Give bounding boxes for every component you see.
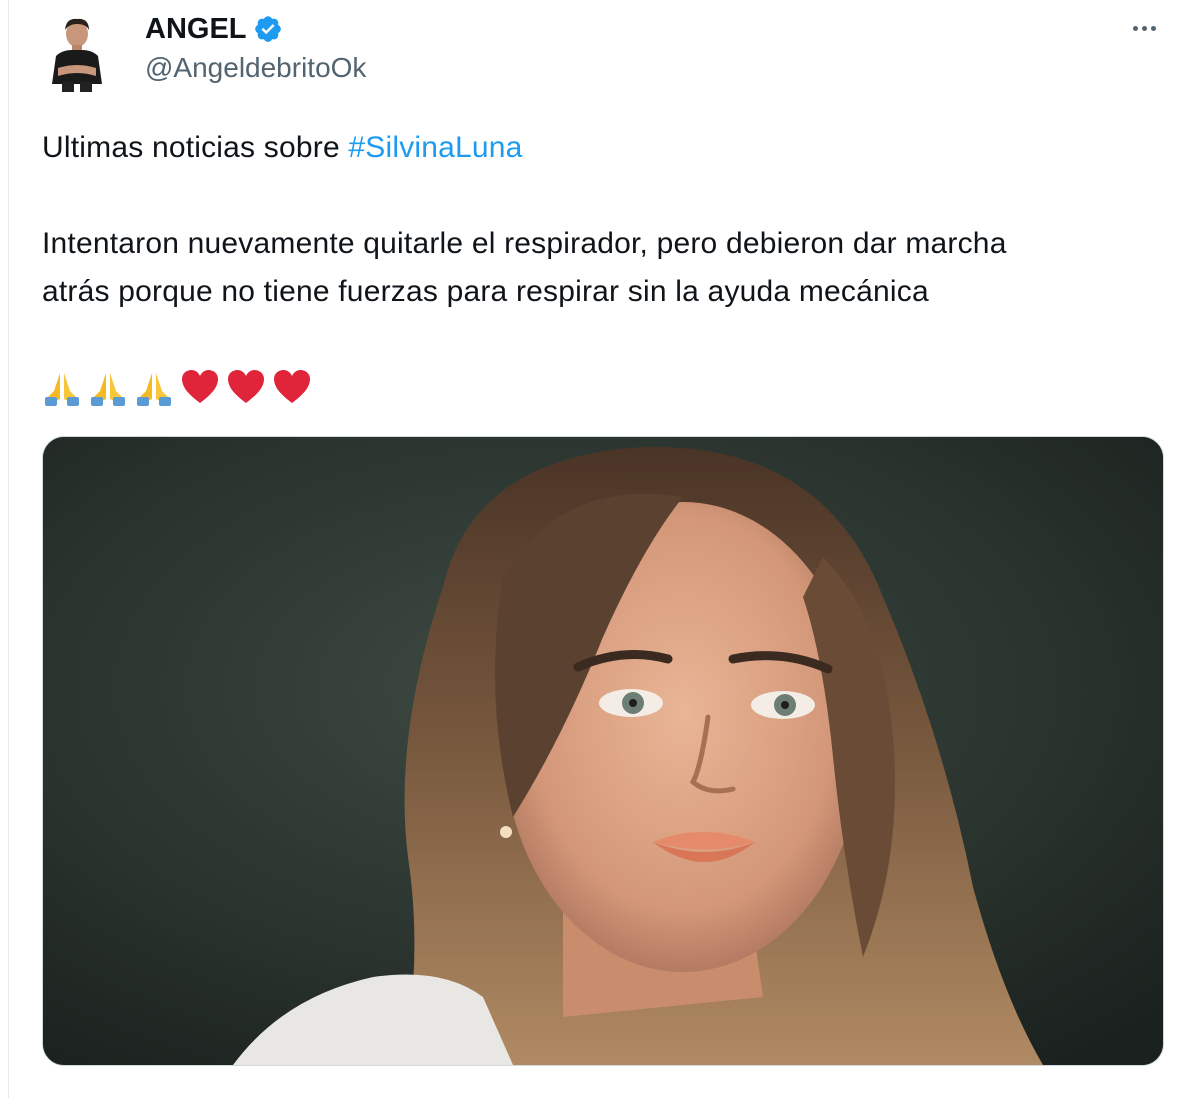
avatar[interactable] <box>42 12 112 92</box>
tweet-text-prefix: Ultimas noticias sobre <box>42 131 349 164</box>
tweet-text-line-3: atrás porque no tiene fuerzas para respi… <box>42 275 929 308</box>
portrait-photo <box>43 437 1163 1065</box>
tweet-card[interactable]: ANGEL @AngeldebritoOk Ultimas noticias s… <box>0 0 1200 1098</box>
more-dot <box>1150 25 1156 31</box>
author-name-row[interactable]: ANGEL <box>145 12 283 46</box>
author-handle[interactable]: @AngeldebritoOk <box>145 52 366 84</box>
red-heart-icon <box>178 365 222 409</box>
more-horizontal-icon <box>1132 25 1138 31</box>
avatar-image <box>42 12 112 92</box>
tweet-photo[interactable] <box>42 436 1164 1066</box>
tweet-text-line-1: Ultimas noticias sobre #SilvinaLuna <box>42 124 1162 172</box>
emoji-row <box>40 364 314 410</box>
red-heart-icon <box>224 365 268 409</box>
red-heart-icon <box>270 365 314 409</box>
hashtag-link[interactable]: #SilvinaLuna <box>348 131 522 164</box>
praying-hands-icon <box>40 365 84 409</box>
more-dot <box>1141 25 1147 31</box>
praying-hands-icon <box>86 365 130 409</box>
praying-hands-icon <box>132 365 176 409</box>
verified-badge-icon[interactable] <box>253 14 283 44</box>
divider <box>8 0 9 1098</box>
tweet-text-line-2: Intentaron nuevamente quitarle el respir… <box>42 227 1007 260</box>
more-options-button[interactable] <box>1126 14 1162 42</box>
display-name[interactable]: ANGEL <box>145 13 247 46</box>
